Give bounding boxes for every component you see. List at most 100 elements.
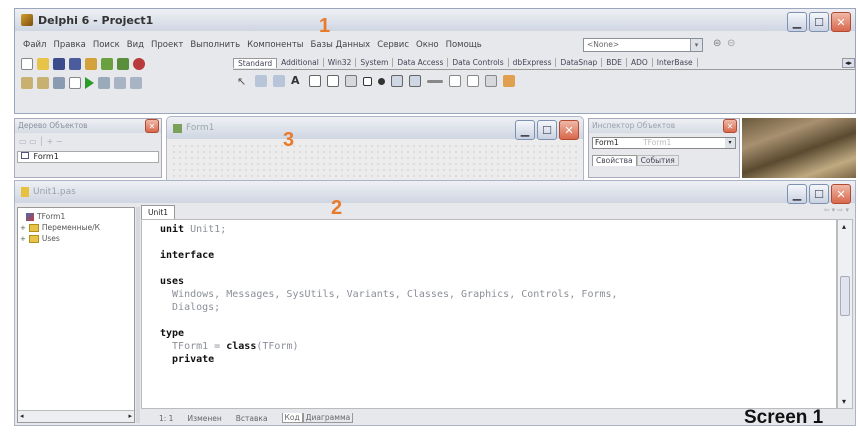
code-line[interactable]: Dialogs; <box>160 301 836 314</box>
code-line[interactable]: unit Unit1; <box>160 223 836 236</box>
menu-file[interactable]: Файл <box>23 40 46 50</box>
explorer-item-variables[interactable]: + Переменные/К <box>20 222 134 233</box>
tab-diagram[interactable]: Диаграмма <box>302 413 354 423</box>
object-inspector-titlebar[interactable]: Инспектор Объектов <box>589 119 739 133</box>
label-component-icon[interactable]: A <box>291 75 303 87</box>
pause-icon[interactable] <box>98 77 110 89</box>
scroll-down-icon[interactable]: ▾ <box>842 397 846 406</box>
button-component-icon[interactable] <box>345 75 357 87</box>
menu-tools[interactable]: Сервис <box>377 40 409 50</box>
memo-component-icon[interactable] <box>327 75 339 87</box>
editor-tab-unit1[interactable]: Unit1 <box>141 205 176 219</box>
form-close-button[interactable]: ✕ <box>559 120 579 140</box>
listbox-component-icon[interactable] <box>391 75 403 87</box>
open-project-icon[interactable] <box>85 58 97 70</box>
save-all-icon[interactable] <box>69 58 81 70</box>
code-line[interactable] <box>160 262 836 275</box>
palette-tab-bde[interactable]: BDE <box>602 58 627 67</box>
explorer-item-uses[interactable]: + Uses <box>20 233 134 244</box>
scroll-up-icon[interactable]: ▴ <box>842 222 846 231</box>
menu-edit[interactable]: Правка <box>53 40 85 50</box>
pointer-icon[interactable]: ↖ <box>237 75 251 88</box>
close-button[interactable]: ✕ <box>831 12 851 32</box>
editor-nav-arrows[interactable]: ⇦ ▾ ⇨ ▾ <box>824 206 849 214</box>
code-area[interactable]: unit Unit1; interface uses Windows, Mess… <box>141 219 837 409</box>
menu-run[interactable]: Выполнить <box>190 40 240 50</box>
palette-tab-system[interactable]: System <box>356 58 394 67</box>
object-tree-close-button[interactable]: ✕ <box>145 119 159 133</box>
scrollbar-thumb[interactable] <box>840 276 850 316</box>
actionlist-component-icon[interactable] <box>503 75 515 87</box>
open-icon[interactable] <box>37 58 49 70</box>
menu-database[interactable]: Базы Данных <box>311 40 371 50</box>
remove-from-project-icon[interactable] <box>117 58 129 70</box>
radiobutton-component-icon[interactable] <box>378 77 385 85</box>
combobox-component-icon[interactable] <box>409 75 421 87</box>
palette-tab-datasnap[interactable]: DataSnap <box>556 58 603 67</box>
code-line[interactable]: Windows, Messages, SysUtils, Variants, C… <box>160 288 836 301</box>
maximize-button[interactable]: ☐ <box>809 12 829 32</box>
object-tree-item[interactable]: Form1 <box>17 151 159 163</box>
palette-scroll-arrows[interactable]: ◂▸ <box>841 57 855 68</box>
tab-code[interactable]: Код <box>281 413 303 423</box>
menu-search[interactable]: Поиск <box>93 40 120 50</box>
view-form-icon[interactable] <box>37 77 49 89</box>
editor-minimize-button[interactable]: ▁ <box>787 184 807 204</box>
new-icon[interactable] <box>21 58 33 70</box>
main-window-titlebar[interactable]: Delphi 6 - Project1 <box>15 9 855 31</box>
code-text[interactable]: unit Unit1; interface uses Windows, Mess… <box>142 220 836 366</box>
palette-tab-additional[interactable]: Additional <box>277 58 324 67</box>
radiogroup-component-icon[interactable] <box>467 75 479 87</box>
scrollbar-component-icon[interactable] <box>427 79 443 83</box>
menu-project[interactable]: Проект <box>151 40 183 50</box>
save-desktop-icon[interactable]: ⊜ <box>713 38 721 49</box>
save-icon[interactable] <box>53 58 65 70</box>
palette-tab-data-controls[interactable]: Data Controls <box>448 58 509 67</box>
checkbox-component-icon[interactable] <box>363 76 372 86</box>
editor-maximize-button[interactable]: ☐ <box>809 184 829 204</box>
palette-tab-dbexpress[interactable]: dbExpress <box>509 58 557 67</box>
code-line[interactable] <box>160 236 836 249</box>
explorer-splitter[interactable] <box>136 207 140 423</box>
scroll-left-icon[interactable]: ◂ <box>20 412 24 420</box>
set-debug-desktop-icon[interactable]: ⊝ <box>727 38 735 49</box>
tab-properties[interactable]: Свойства <box>592 155 637 166</box>
desktop-layout-combo[interactable]: <None> ▾ <box>583 38 703 52</box>
run-icon[interactable] <box>85 77 94 89</box>
help-icon[interactable] <box>133 58 145 70</box>
groupbox-component-icon[interactable] <box>449 75 461 87</box>
menu-window[interactable]: Окно <box>416 40 439 50</box>
add-to-project-icon[interactable] <box>101 58 113 70</box>
edit-component-icon[interactable] <box>309 75 321 87</box>
object-selector-combo[interactable]: Form1 TForm1 ▾ <box>592 137 736 149</box>
form-minimize-button[interactable]: ▁ <box>515 120 535 140</box>
palette-tab-standard[interactable]: Standard <box>233 57 278 68</box>
form-maximize-button[interactable]: ☐ <box>537 120 557 140</box>
code-editor-titlebar[interactable]: Unit1.pas <box>15 181 855 203</box>
code-line[interactable]: uses <box>160 275 836 288</box>
minimize-button[interactable]: ▁ <box>787 12 807 32</box>
menu-view[interactable]: Вид <box>127 40 144 50</box>
code-line[interactable] <box>160 314 836 327</box>
menu-components[interactable]: Компоненты <box>247 40 303 50</box>
step-over-icon[interactable] <box>130 77 142 89</box>
code-line[interactable]: TForm1 = class(TForm) <box>160 340 836 353</box>
code-line[interactable]: private <box>160 353 836 366</box>
editor-close-button[interactable]: ✕ <box>831 184 851 204</box>
code-line[interactable]: interface <box>160 249 836 262</box>
object-tree-titlebar[interactable]: Дерево Объектов <box>15 119 161 133</box>
menu-help[interactable]: Помощь <box>446 40 482 50</box>
palette-tab-ado[interactable]: ADO <box>627 58 653 67</box>
toggle-form-unit-icon[interactable] <box>53 77 65 89</box>
code-vertical-scrollbar[interactable]: ▴ ▾ <box>837 219 853 409</box>
explorer-item-tform1[interactable]: TForm1 <box>26 211 134 222</box>
view-unit-icon[interactable] <box>21 77 33 89</box>
popupmenu-component-icon[interactable] <box>273 75 285 87</box>
mainmenu-component-icon[interactable] <box>255 75 267 87</box>
scroll-right-icon[interactable]: ▸ <box>128 412 132 420</box>
object-inspector-close-button[interactable]: ✕ <box>723 119 737 133</box>
panel-component-icon[interactable] <box>485 75 497 87</box>
palette-tab-data-access[interactable]: Data Access <box>393 58 449 67</box>
palette-tab-interbase[interactable]: InterBase <box>653 58 698 67</box>
palette-tab-win32[interactable]: Win32 <box>324 58 357 67</box>
